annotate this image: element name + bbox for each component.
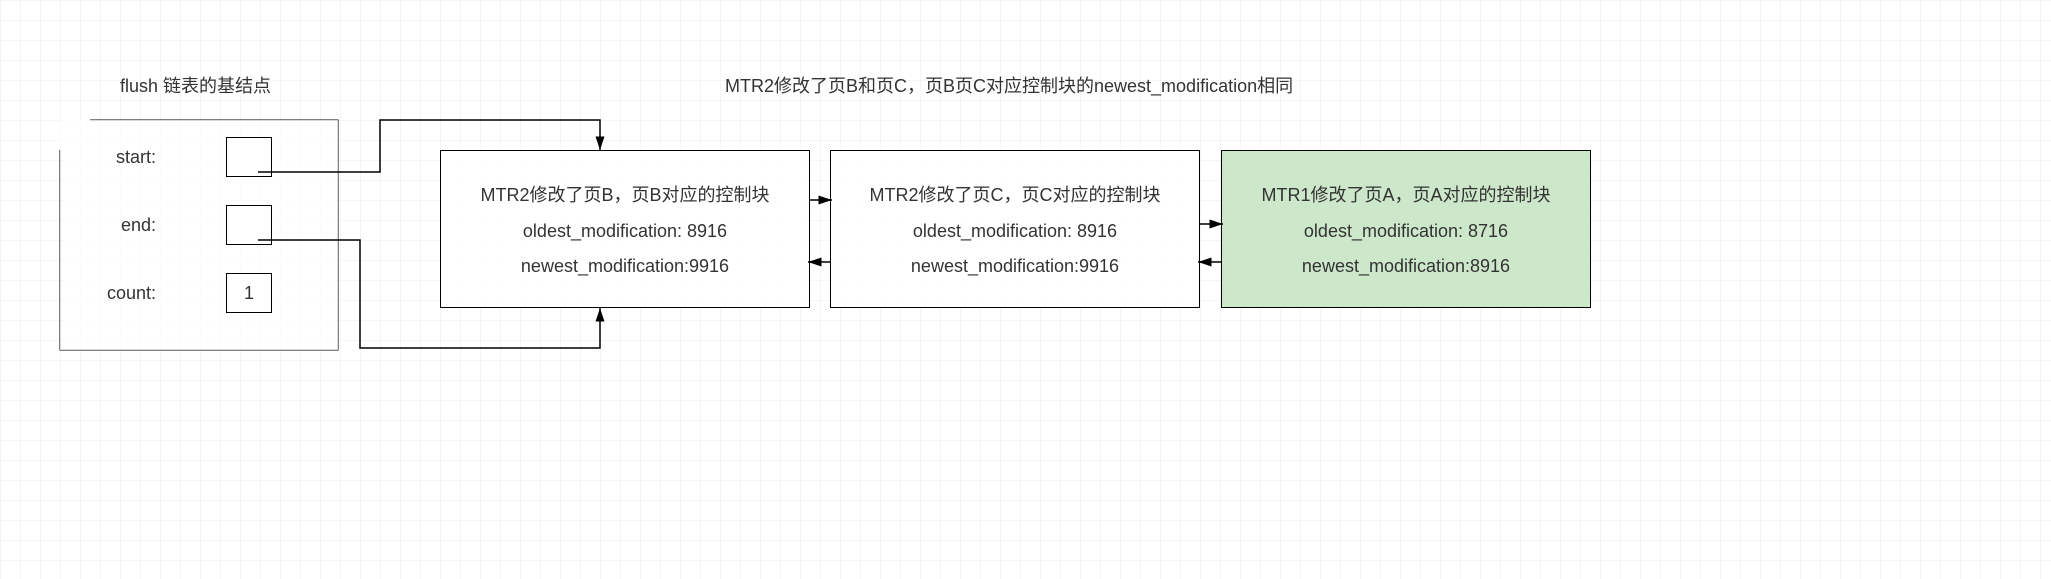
block-b-newest: newest_modification:9916 [521, 256, 729, 277]
end-box [226, 205, 272, 245]
control-block-page-b: MTR2修改了页B，页B对应的控制块 oldest_modification: … [440, 150, 810, 308]
block-a-newest: newest_modification:8916 [1302, 256, 1510, 277]
count-label: count: [96, 283, 156, 304]
base-node: start: end: count: 1 [60, 120, 338, 350]
block-c-newest: newest_modification:9916 [911, 256, 1119, 277]
block-c-title: MTR2修改了页C，页C对应的控制块 [870, 181, 1161, 207]
control-block-page-a: MTR1修改了页A，页A对应的控制块 oldest_modification: … [1221, 150, 1591, 308]
base-start-row: start: [60, 126, 338, 188]
base-end-row: end: [60, 194, 338, 256]
block-c-oldest: oldest_modification: 8916 [913, 221, 1117, 242]
block-b-title: MTR2修改了页B，页B对应的控制块 [480, 181, 769, 207]
block-a-title: MTR1修改了页A，页A对应的控制块 [1261, 181, 1550, 207]
start-box [226, 137, 272, 177]
start-label: start: [96, 147, 156, 168]
mtr2-explain-label: MTR2修改了页B和页C，页B页C对应控制块的newest_modificati… [725, 72, 1293, 98]
base-count-row: count: 1 [60, 262, 338, 324]
block-a-oldest: oldest_modification: 8716 [1304, 221, 1508, 242]
flush-list-base-label: flush 链表的基结点 [120, 72, 271, 98]
block-b-oldest: oldest_modification: 8916 [523, 221, 727, 242]
end-label: end: [96, 215, 156, 236]
control-block-page-c: MTR2修改了页C，页C对应的控制块 oldest_modification: … [830, 150, 1200, 308]
count-box: 1 [226, 273, 272, 313]
